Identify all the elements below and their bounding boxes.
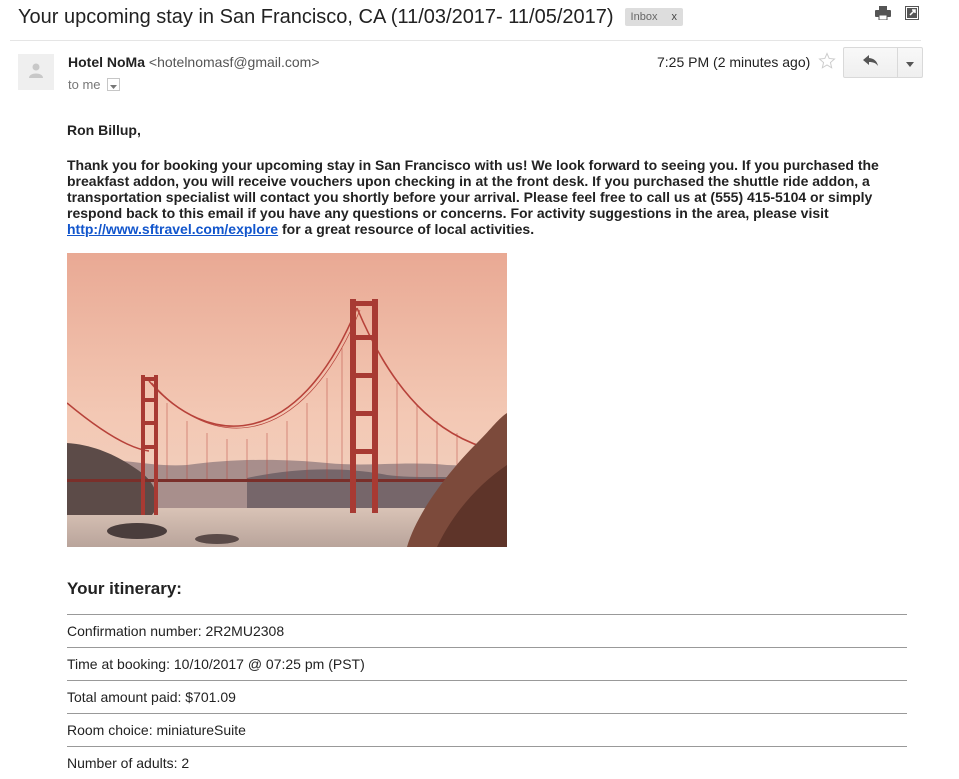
print-icon[interactable] bbox=[875, 6, 891, 20]
inbox-label[interactable]: Inbox x bbox=[624, 8, 683, 26]
inbox-label-text: Inbox bbox=[630, 11, 658, 23]
chevron-down-icon bbox=[906, 54, 914, 72]
recipient-line: to me bbox=[68, 77, 120, 92]
subject-bar: Your upcoming stay in San Francisco, CA … bbox=[18, 4, 919, 30]
sender-avatar bbox=[18, 54, 54, 90]
email-timestamp: 7:25 PM (2 minutes ago) bbox=[657, 54, 811, 70]
top-toolbar bbox=[875, 6, 919, 20]
new-window-icon[interactable] bbox=[905, 6, 919, 20]
sender-line: Hotel NoMa <hotelnomasf@gmail.com> bbox=[68, 54, 320, 70]
sender-email: <hotelnomasf@gmail.com> bbox=[148, 54, 320, 70]
golden-gate-bridge-photo bbox=[67, 253, 507, 547]
more-options-button[interactable] bbox=[898, 48, 922, 77]
reply-icon bbox=[862, 54, 879, 72]
body-text: Thank you for booking your upcoming stay… bbox=[67, 157, 879, 221]
reply-button[interactable] bbox=[844, 48, 898, 77]
reply-group bbox=[843, 47, 923, 78]
greeting: Ron Billup, bbox=[67, 122, 141, 138]
email-body: Ron Billup, Thank you for booking your u… bbox=[67, 122, 907, 237]
header-divider bbox=[10, 40, 921, 41]
email-subject: Your upcoming stay in San Francisco, CA … bbox=[18, 5, 614, 28]
itinerary-row-adults: Number of adults: 2 bbox=[67, 746, 907, 779]
itinerary-title: Your itinerary: bbox=[67, 579, 182, 598]
body-tail: for a great resource of local activities… bbox=[278, 221, 535, 237]
recipient-text: to me bbox=[68, 77, 101, 92]
itinerary-row-amount-paid: Total amount paid: $701.09 bbox=[67, 680, 907, 713]
details-dropdown[interactable] bbox=[106, 77, 120, 92]
star-icon[interactable] bbox=[818, 52, 836, 75]
body-paragraph: Thank you for booking your upcoming stay… bbox=[67, 157, 907, 237]
person-icon bbox=[28, 62, 44, 83]
sender-name[interactable]: Hotel NoMa bbox=[68, 54, 145, 70]
itinerary-list: Confirmation number: 2R2MU2308 Time at b… bbox=[67, 614, 907, 779]
chevron-down-icon bbox=[109, 77, 117, 92]
itinerary-row-booking-time: Time at booking: 10/10/2017 @ 07:25 pm (… bbox=[67, 647, 907, 680]
explore-link[interactable]: http://www.sftravel.com/explore bbox=[67, 221, 278, 237]
itinerary-row-confirmation: Confirmation number: 2R2MU2308 bbox=[67, 614, 907, 647]
itinerary-row-room-choice: Room choice: miniatureSuite bbox=[67, 713, 907, 746]
remove-label-button[interactable]: x bbox=[671, 11, 677, 23]
